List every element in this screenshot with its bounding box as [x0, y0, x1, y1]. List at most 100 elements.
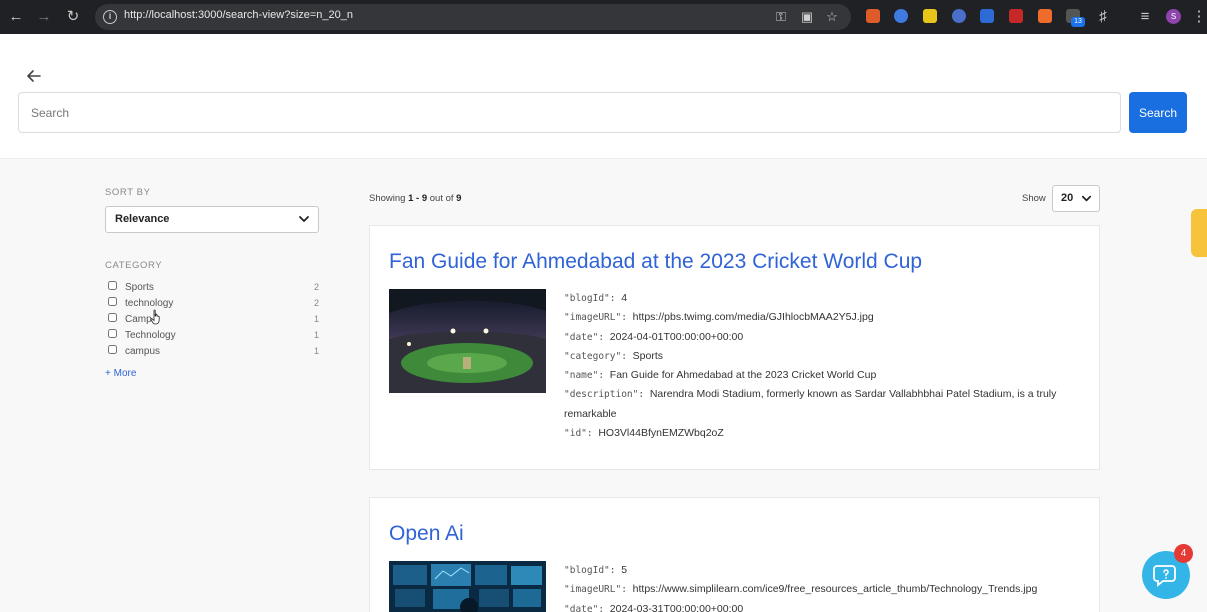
page-size-select[interactable]: 20 — [1052, 185, 1100, 212]
result-field: "description": Narendra Modi Stadium, fo… — [564, 388, 1057, 420]
sort-by-label: SORT BY — [105, 187, 151, 198]
field-key: "blogId" — [564, 293, 610, 304]
stadium-thumbnail[interactable] — [389, 289, 546, 393]
showing-prefix: Showing — [369, 193, 406, 204]
install-app-icon[interactable]: ▣ — [799, 9, 815, 25]
results-count: Showing 1 - 9 out of 9 — [369, 193, 461, 204]
facet-option[interactable]: campus 1 — [105, 345, 319, 359]
profile-avatar[interactable]: S — [1166, 9, 1181, 24]
result-field: "imageURL": https://www.simplilearn.com/… — [564, 583, 1038, 596]
password-key-icon[interactable]: ⚿ — [773, 9, 789, 25]
result-field: "name": Fan Guide for Ahmedabad at the 2… — [564, 369, 877, 382]
field-key: "imageURL" — [564, 584, 622, 596]
back-arrow-icon[interactable] — [25, 67, 43, 85]
showing-range: 1 - 9 — [408, 193, 428, 204]
technology-thumbnail[interactable] — [389, 561, 546, 612]
result-field: "blogId": 5 — [564, 564, 628, 576]
extension-icon[interactable] — [980, 9, 994, 23]
facet-checkbox[interactable] — [108, 281, 117, 290]
field-value: HO3Vl44BfynEMZWbq2oZ — [598, 427, 724, 440]
field-key: "name" — [564, 370, 599, 382]
facet-label: Camp — [125, 314, 152, 325]
extension-icon[interactable] — [866, 9, 880, 23]
field-key: "date" — [564, 331, 599, 343]
bookmark-star-icon[interactable]: ☆ — [824, 9, 840, 25]
facet-option[interactable]: technology 2 — [105, 297, 319, 311]
reload-icon[interactable]: ↻ — [64, 8, 82, 26]
hand-cursor-icon — [150, 309, 160, 325]
field-value: 2024-03-31T00:00:00+00:00 — [609, 602, 744, 612]
feedback-side-tab[interactable] — [1191, 209, 1207, 257]
result-field: "category": Sports — [564, 349, 664, 362]
page-size-value: 20 — [1061, 192, 1074, 204]
field-key: "imageURL" — [564, 312, 622, 324]
facet-option[interactable]: Camp 1 — [105, 313, 319, 327]
field-key: "date" — [564, 603, 599, 612]
chevron-down-icon — [1081, 195, 1092, 202]
page-size-label: Show — [1022, 193, 1046, 204]
chevron-down-icon — [299, 216, 309, 222]
result-field: "id": HO3Vl44BfynEMZWbq2oZ — [564, 427, 724, 440]
facet-checkbox[interactable] — [108, 345, 117, 354]
search-button[interactable]: Search — [1129, 92, 1187, 133]
extension-icon[interactable] — [952, 9, 966, 23]
facet-checkbox[interactable] — [108, 313, 117, 322]
facet-checkbox[interactable] — [108, 297, 117, 306]
extension-icon[interactable] — [923, 9, 937, 23]
facet-option[interactable]: Technology 1 — [105, 329, 319, 343]
reading-list-icon[interactable]: ≡ — [1136, 8, 1154, 26]
facet-label: technology — [125, 298, 174, 309]
facet-option[interactable]: Sports 2 — [105, 281, 319, 295]
result-field: "blogId": 4 — [564, 292, 628, 304]
showing-mid: out of — [429, 193, 454, 204]
category-label: CATEGORY — [105, 260, 163, 271]
field-value: https://pbs.twimg.com/media/GJIhlocbMAA2… — [632, 311, 874, 324]
extensions-puzzle-icon[interactable]: ♯ — [1094, 8, 1112, 26]
address-bar[interactable]: i http://localhost:3000/search-view?size… — [95, 4, 851, 30]
facet-count: 1 — [313, 330, 319, 340]
result-card: Fan Guide for Ahmedabad at the 2023 Cric… — [369, 225, 1100, 470]
field-key: "id" — [564, 428, 587, 440]
extension-icon[interactable] — [1009, 9, 1023, 23]
facet-count: 2 — [313, 298, 319, 308]
more-categories-link[interactable]: + More — [105, 368, 136, 379]
field-key: "blogId" — [564, 565, 610, 576]
facet-count: 1 — [313, 346, 319, 356]
result-fields: "blogId": 4 "imageURL": https://pbs.twim… — [564, 289, 1074, 443]
facet-label: Sports — [125, 282, 154, 293]
result-field: "date": 2024-03-31T00:00:00+00:00 — [564, 600, 1074, 612]
field-value: Sports — [632, 349, 664, 362]
result-title-link[interactable]: Open Ai — [389, 522, 464, 546]
menu-kebab-icon[interactable]: ⋮ — [1190, 8, 1207, 26]
result-fields: "blogId": 5 "imageURL": https://www.simp… — [564, 561, 1074, 612]
url-text[interactable]: http://localhost:3000/search-view?size=n… — [124, 9, 353, 21]
field-key: "category" — [564, 350, 622, 362]
field-value: 5 — [621, 564, 628, 576]
site-info-icon[interactable]: i — [103, 10, 117, 24]
search-input[interactable] — [18, 92, 1121, 133]
result-card: Open Ai "blogId": 5 "imageURL": https://… — [369, 497, 1100, 612]
facet-count: 1 — [313, 314, 319, 324]
facet-label: campus — [125, 346, 161, 357]
showing-total: 9 — [456, 193, 462, 204]
back-arrow-icon[interactable]: ← — [7, 8, 25, 26]
result-field: "imageURL": https://pbs.twimg.com/media/… — [564, 311, 874, 324]
sort-by-select[interactable]: Relevance — [105, 206, 319, 233]
field-value: 2024-04-01T00:00:00+00:00 — [609, 330, 744, 343]
field-value: 4 — [621, 292, 628, 304]
field-value: https://www.simplilearn.com/ice9/free_re… — [632, 583, 1038, 596]
chat-notification-badge: 4 — [1174, 544, 1193, 563]
extension-icon[interactable] — [1038, 9, 1052, 23]
extension-badge: 13 — [1071, 17, 1085, 27]
sort-value: Relevance — [115, 213, 170, 225]
facet-count: 2 — [313, 282, 319, 292]
extension-icon[interactable] — [894, 9, 908, 23]
field-value: Fan Guide for Ahmedabad at the 2023 Cric… — [609, 369, 877, 382]
result-field: "date": 2024-04-01T00:00:00+00:00 — [564, 330, 744, 343]
field-key: "description" — [564, 389, 639, 401]
facet-checkbox[interactable] — [108, 329, 117, 338]
forward-arrow-icon[interactable]: → — [35, 8, 53, 26]
result-title-link[interactable]: Fan Guide for Ahmedabad at the 2023 Cric… — [389, 250, 922, 274]
facet-label: Technology — [125, 330, 176, 341]
browser-toolbar: ← → ↻ i http://localhost:3000/search-vie… — [0, 0, 1207, 34]
